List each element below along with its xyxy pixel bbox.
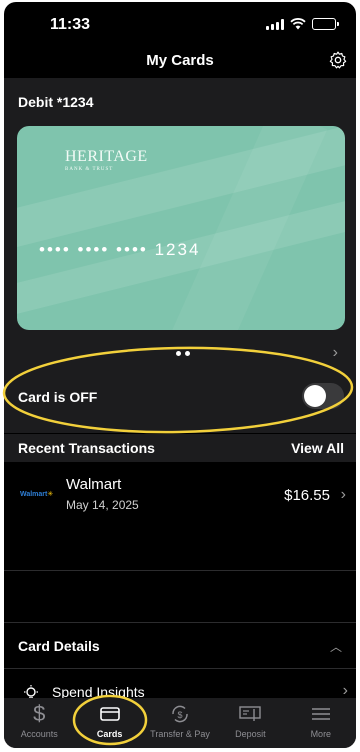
tab-cards[interactable]: Cards	[74, 698, 144, 748]
deposit-icon	[215, 704, 285, 724]
transaction-row[interactable]: Walmart✳ Walmart May 14, 2025 $16.55 ›	[4, 468, 356, 524]
walmart-logo: Walmart✳	[20, 491, 54, 498]
card-status-row: Card is OFF	[4, 377, 356, 419]
tab-label: Cards	[96, 729, 123, 739]
battery-icon	[312, 18, 339, 30]
dollar-icon: $	[33, 701, 46, 726]
recent-transactions-header: Recent Transactions View All	[4, 434, 356, 462]
tab-label: More	[310, 729, 332, 739]
tab-bar: $ Accounts Cards $ Transfer & Pay Deposi…	[4, 698, 356, 748]
card-next-chevron-icon[interactable]: ›	[333, 344, 338, 362]
transfer-icon: $	[145, 704, 215, 724]
menu-icon	[286, 704, 356, 724]
card-on-off-toggle[interactable]	[302, 383, 344, 409]
app-header: My Cards	[4, 42, 356, 78]
recent-transactions-title: Recent Transactions	[18, 440, 155, 456]
transaction-merchant: Walmart	[66, 476, 122, 493]
divider	[4, 622, 356, 623]
tab-label: Deposit	[235, 729, 266, 739]
divider	[4, 668, 356, 669]
card-number: •••• •••• •••• 1234	[39, 240, 201, 259]
view-all-link[interactable]: View All	[291, 440, 344, 456]
status-bar: 11:33	[4, 2, 356, 46]
tab-label: Accounts	[20, 729, 58, 739]
tab-deposit[interactable]: Deposit	[215, 698, 285, 748]
tab-accounts[interactable]: $ Accounts	[4, 698, 74, 748]
debit-card[interactable]: HERITAGE BANK & TRUST •••• •••• •••• 123…	[17, 126, 345, 330]
gear-icon[interactable]	[328, 50, 348, 70]
card-page-indicator	[176, 351, 190, 356]
chevron-right-icon: ›	[340, 486, 346, 503]
bank-name: HERITAGE	[65, 148, 148, 165]
wifi-icon	[290, 18, 306, 30]
card-icon	[74, 704, 144, 724]
tab-more[interactable]: More	[286, 698, 356, 748]
bank-logo: HERITAGE BANK & TRUST	[65, 148, 148, 172]
transaction-date: May 14, 2025	[66, 498, 139, 512]
status-icons	[266, 18, 339, 30]
card-label: Debit *1234	[18, 94, 94, 110]
divider	[4, 570, 356, 571]
phone-screen: 11:33 My Cards Debit *1234 HERITAGE BANK…	[4, 2, 356, 748]
page-title: My Cards	[146, 52, 214, 69]
card-details-title[interactable]: Card Details	[18, 638, 100, 654]
status-time: 11:33	[50, 16, 91, 33]
chevron-up-icon[interactable]: ︿	[330, 638, 342, 655]
svg-text:$: $	[178, 710, 183, 720]
card-status-label: Card is OFF	[18, 389, 98, 405]
tab-label: Transfer & Pay	[150, 729, 210, 739]
tab-transfer-pay[interactable]: $ Transfer & Pay	[145, 698, 215, 748]
bank-subtitle: BANK & TRUST	[65, 167, 114, 172]
signal-icon	[266, 18, 284, 30]
transaction-amount: $16.55	[284, 487, 330, 504]
